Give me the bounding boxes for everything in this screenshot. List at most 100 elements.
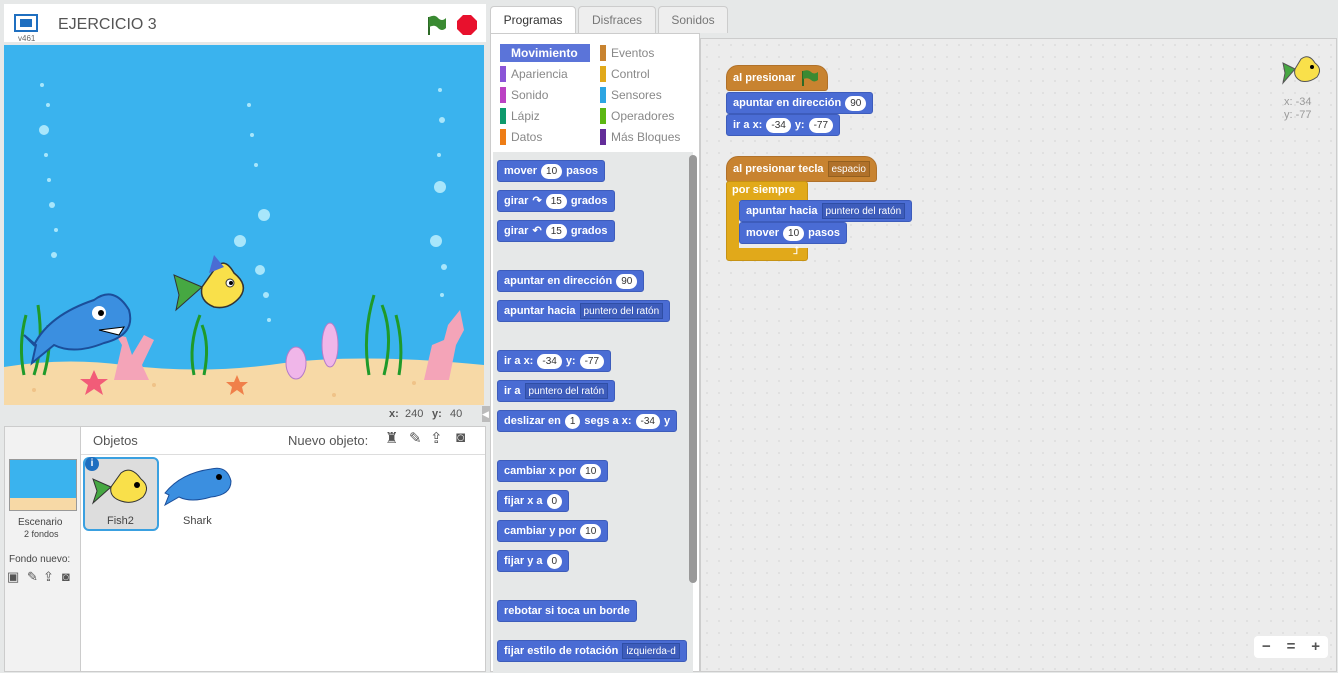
block-point-towards[interactable]: apuntar hacia puntero del ratón (497, 300, 671, 322)
x-label: x: (389, 408, 399, 420)
sprite-info-button[interactable]: i (85, 457, 99, 471)
script-hat-flag[interactable]: al presionar (726, 65, 829, 91)
stage-thumbnail[interactable] (9, 459, 77, 511)
y-input[interactable]: -77 (579, 353, 605, 369)
value-input[interactable]: 10 (580, 523, 602, 539)
sprites-heading: Objetos (93, 433, 138, 448)
secs-input[interactable]: 1 (564, 413, 581, 429)
fullscreen-button[interactable] (13, 13, 39, 35)
green-flag-icon (428, 15, 446, 35)
x-input[interactable]: -34 (635, 413, 660, 429)
forever-label: por siempre (732, 184, 795, 196)
x-input[interactable]: -34 (537, 353, 562, 369)
choose-sprite-icon[interactable]: ♜ (385, 429, 398, 447)
project-title[interactable]: EJERCICIO 3 (58, 16, 157, 34)
camera-backdrop-icon[interactable]: ◙ (62, 569, 70, 584)
block-move[interactable]: mover 10 pasos (497, 160, 605, 182)
degrees-input[interactable]: 15 (545, 223, 567, 239)
category-label: Operadores (611, 109, 675, 123)
block-change-x[interactable]: cambiar x por 10 (497, 460, 609, 482)
zoom-out-icon[interactable]: − (1256, 637, 1276, 657)
shark-thumbnail (164, 467, 232, 507)
block-change-y[interactable]: cambiar y por 10 (497, 520, 609, 542)
key-dropdown[interactable]: espacio (827, 161, 870, 177)
category-apariencia[interactable]: Apariencia (500, 65, 568, 83)
stage[interactable] (4, 45, 484, 405)
green-flag-button[interactable] (424, 14, 448, 36)
block-goto[interactable]: ir a puntero del ratón (497, 380, 616, 402)
tab-disfraces[interactable]: Disfraces (578, 6, 656, 33)
y-input[interactable]: -77 (808, 117, 834, 133)
script-point-direction[interactable]: apuntar en dirección 90 (726, 92, 874, 114)
value-input[interactable]: 0 (546, 553, 563, 569)
category-datos[interactable]: Datos (500, 128, 542, 146)
degrees-input[interactable]: 15 (545, 193, 567, 209)
upload-sprite-icon[interactable]: ⇪ (430, 429, 443, 447)
choose-backdrop-icon[interactable]: ▣ (7, 569, 19, 585)
sprites-panel: Objetos Nuevo objeto: ♜ ✎ ⇪ ◙ Escenario … (4, 426, 486, 672)
paint-backdrop-icon[interactable]: ✎ (27, 569, 38, 585)
category-label: Sonido (511, 88, 549, 102)
category-movimiento[interactable]: Movimiento (500, 44, 590, 62)
block-turn-left[interactable]: girar ↶ 15 grados (497, 220, 615, 242)
script-move[interactable]: mover 10 pasos (739, 222, 847, 244)
zoom-in-icon[interactable]: + (1306, 637, 1326, 657)
block-set-x[interactable]: fijar x a0 (497, 490, 570, 512)
category-label: Control (611, 67, 650, 81)
sprite-tile-shark[interactable]: Shark (161, 457, 233, 531)
sprite-x-position: x: -34 (1284, 96, 1312, 108)
paint-sprite-icon[interactable]: ✎ (409, 429, 422, 447)
direction-input[interactable]: 90 (616, 273, 638, 289)
fullscreen-icon (14, 14, 38, 32)
stop-button[interactable] (456, 14, 478, 36)
upload-backdrop-icon[interactable]: ⇪ (43, 569, 54, 585)
category-label: Datos (511, 130, 543, 144)
category-label: Sensores (611, 88, 662, 102)
category-mas-bloques[interactable]: Más Bloques (600, 128, 680, 146)
target-dropdown[interactable]: puntero del ratón (524, 383, 609, 399)
value-input[interactable]: 0 (546, 493, 563, 509)
category-label: Eventos (611, 46, 655, 60)
steps-input[interactable]: 10 (541, 163, 563, 179)
rotation-dropdown[interactable]: izquierda-d (622, 643, 680, 659)
script-goto-xy[interactable]: ir a x: -34 y: -77 (726, 114, 841, 136)
category-sensores[interactable]: Sensores (600, 86, 662, 104)
version-label: v461 (18, 34, 36, 43)
category-lapiz[interactable]: Lápiz (500, 107, 540, 125)
sprite-y-position: y: -77 (1284, 109, 1312, 121)
new-sprite-label: Nuevo objeto: (288, 433, 369, 448)
value-input[interactable]: 10 (580, 463, 602, 479)
category-operadores[interactable]: Operadores (600, 107, 674, 125)
block-set-y[interactable]: fijar y a0 (497, 550, 570, 572)
category-eventos[interactable]: Eventos (600, 44, 654, 62)
category-control[interactable]: Control (600, 65, 650, 83)
script-hat-key[interactable]: al presionar tecla espacio (726, 156, 877, 182)
zoom-reset-icon[interactable]: = (1281, 637, 1301, 657)
palette-scrollbar[interactable] (689, 155, 697, 583)
steps-input[interactable]: 10 (783, 225, 805, 241)
x-input[interactable]: -34 (766, 117, 791, 133)
tab-sonidos[interactable]: Sonidos (658, 6, 728, 33)
block-point-direction[interactable]: apuntar en dirección 90 (497, 270, 645, 292)
direction-input[interactable]: 90 (845, 95, 867, 111)
category-label: Lápiz (511, 109, 540, 123)
y-value: 40 (450, 408, 463, 420)
target-dropdown[interactable]: puntero del ratón (821, 203, 906, 219)
stage-backdrop-count: 2 fondos (24, 529, 59, 539)
block-bounce[interactable]: rebotar si toca un borde (497, 600, 637, 622)
block-goto-xy[interactable]: ir a x: -34 y: -77 (497, 350, 612, 372)
script-point-towards[interactable]: apuntar hacia puntero del ratón (739, 200, 913, 222)
collapse-stage-icon[interactable]: ◀ (482, 406, 490, 422)
target-dropdown[interactable]: puntero del ratón (579, 303, 664, 319)
tab-programas[interactable]: Programas (490, 6, 576, 34)
x-value: 240 (405, 408, 424, 420)
turn-right-icon: ↷ (532, 195, 542, 207)
camera-sprite-icon[interactable]: ◙ (456, 429, 465, 446)
block-rotation-style[interactable]: fijar estilo de rotación izquierda-d (497, 640, 687, 662)
block-turn-right[interactable]: girar ↷ 15 grados (497, 190, 615, 212)
stage-header: v461 EJERCICIO 3 (4, 4, 486, 43)
script-area[interactable]: al presionar apuntar en dirección 90 ir a… (700, 38, 1337, 672)
block-glide[interactable]: deslizar en 1 segs a x: -34 y (497, 410, 678, 432)
palette-blocks: mover 10 pasos girar ↷ 15 grados girar ↶ 15 grad… (493, 152, 693, 672)
category-sonido[interactable]: Sonido (500, 86, 548, 104)
